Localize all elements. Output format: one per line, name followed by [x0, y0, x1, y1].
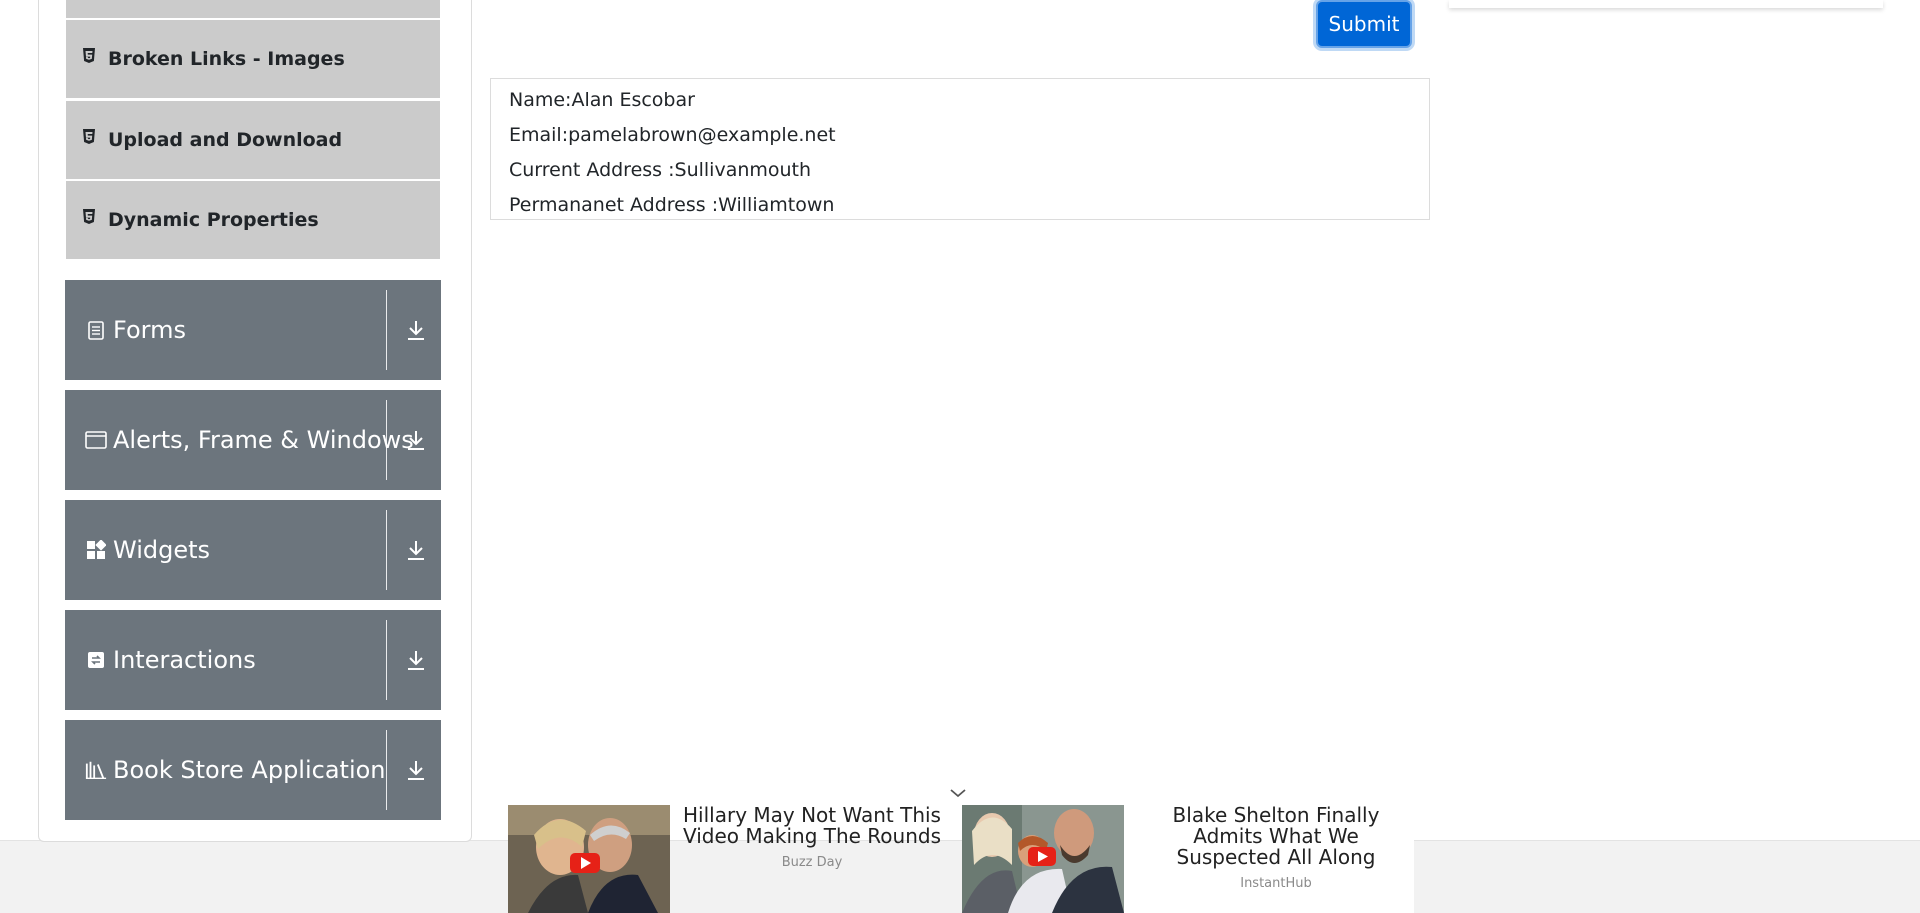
output-permanent-address: Permananet Address :Williamtown — [509, 194, 835, 216]
sidebar-item-dynamic-properties[interactable]: Dynamic Properties — [66, 181, 440, 259]
ad-thumbnail[interactable] — [508, 805, 670, 913]
download-icon[interactable] — [405, 648, 427, 672]
divider — [386, 510, 387, 590]
group-label: Book Store Application — [113, 756, 386, 784]
divider — [386, 620, 387, 700]
sidebar-group-widgets[interactable]: Widgets — [65, 500, 441, 600]
output-name: Name:Alan Escobar — [509, 89, 695, 111]
footer-band — [0, 840, 1920, 913]
window-icon — [85, 429, 107, 451]
ad-headline[interactable]: Blake Shelton Finally Admits What We Sus… — [1138, 805, 1414, 868]
ad-card[interactable]: Blake Shelton Finally Admits What We Sus… — [962, 805, 1414, 913]
html5-icon — [82, 209, 98, 227]
group-label: Interactions — [113, 646, 256, 674]
sidebar-item-upload-download[interactable]: Upload and Download — [66, 101, 440, 179]
sidebar-group-alerts[interactable]: Alerts, Frame & Windows — [65, 390, 441, 490]
divider — [386, 290, 387, 370]
divider — [386, 400, 387, 480]
group-label: Forms — [113, 316, 186, 344]
group-label: Alerts, Frame & Windows — [113, 426, 414, 454]
top-ad-strip — [1449, 0, 1883, 8]
ad-headline[interactable]: Hillary May Not Want This Video Making T… — [676, 805, 948, 847]
books-icon — [85, 759, 107, 781]
divider — [386, 730, 387, 810]
sidebar-item-label: Dynamic Properties — [108, 209, 319, 231]
sidebar-group-forms[interactable]: Forms — [65, 280, 441, 380]
html5-icon — [82, 48, 98, 66]
sidebar-item-broken-links[interactable]: Broken Links - Images — [66, 20, 440, 98]
widgets-grid-icon — [85, 539, 107, 561]
sidebar-group-interactions[interactable]: Interactions — [65, 610, 441, 710]
download-icon[interactable] — [405, 318, 427, 342]
ad-thumbnail[interactable] — [962, 805, 1124, 913]
interactions-icon — [85, 649, 107, 671]
sidebar-group-book-store[interactable]: Book Store Application — [65, 720, 441, 820]
output-email: Email:pamelabrown@example.net — [509, 124, 836, 146]
sidebar-item-previous[interactable] — [66, 0, 440, 18]
html5-icon — [82, 129, 98, 147]
group-label: Widgets — [113, 536, 211, 564]
page: Broken Links - Images Upload and Downloa… — [0, 0, 1920, 913]
submit-button[interactable]: Submit — [1316, 0, 1412, 48]
download-icon[interactable] — [405, 428, 427, 452]
sidebar-item-label: Upload and Download — [108, 129, 343, 151]
document-icon — [85, 319, 107, 341]
output-current-address: Current Address :Sullivanmouth — [509, 159, 812, 181]
ad-source: Buzz Day — [781, 855, 843, 870]
download-icon[interactable] — [405, 758, 427, 782]
ad-card[interactable]: Hillary May Not Want This Video Making T… — [508, 805, 948, 913]
chevron-down-icon[interactable] — [948, 785, 968, 799]
output-box: Name:Alan Escobar Email:pamelabrown@exam… — [490, 78, 1430, 220]
sidebar-item-label: Broken Links - Images — [108, 48, 345, 70]
ad-source: InstantHub — [1240, 876, 1312, 891]
download-icon[interactable] — [405, 538, 427, 562]
